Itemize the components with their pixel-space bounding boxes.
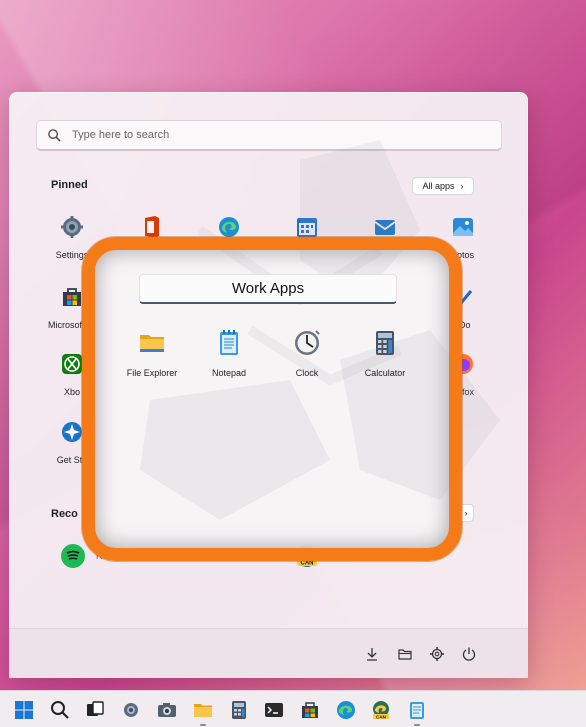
office-icon bbox=[145, 216, 159, 238]
store-icon bbox=[63, 288, 81, 306]
folder-name-input[interactable] bbox=[139, 274, 397, 304]
spotify-icon bbox=[61, 544, 85, 568]
settings-icon[interactable] bbox=[121, 700, 141, 720]
start-footer bbox=[9, 628, 528, 678]
pinned-title: Pinned bbox=[51, 179, 88, 191]
windows-start-icon[interactable] bbox=[14, 700, 34, 720]
folder-app-file-explorer[interactable]: File Explorer bbox=[114, 329, 190, 378]
photos-icon bbox=[453, 218, 473, 236]
folder-app-calculator[interactable]: Calculator bbox=[347, 329, 423, 378]
calendar-icon bbox=[297, 218, 317, 237]
svg-text:CAN: CAN bbox=[376, 714, 386, 719]
gear-icon bbox=[61, 216, 83, 238]
svg-text:CAN: CAN bbox=[301, 561, 314, 567]
search-box[interactable] bbox=[36, 120, 502, 151]
mail-icon bbox=[374, 220, 396, 235]
downloads-icon[interactable] bbox=[364, 646, 380, 662]
chevron-right-icon: › bbox=[464, 508, 468, 518]
running-indicator bbox=[414, 724, 420, 726]
pinned-app-label: Do bbox=[459, 320, 471, 330]
search-input[interactable] bbox=[72, 129, 452, 141]
task-view-icon[interactable] bbox=[85, 700, 105, 720]
folder-app-label: Calculator bbox=[364, 368, 406, 378]
folder-app-notepad[interactable]: Notepad bbox=[191, 329, 267, 378]
calculator-icon[interactable] bbox=[229, 700, 249, 720]
store-icon[interactable] bbox=[300, 700, 320, 720]
power-icon[interactable] bbox=[461, 646, 477, 662]
xbox-icon bbox=[62, 354, 82, 374]
running-indicator bbox=[200, 724, 206, 726]
recommended-title: Reco bbox=[51, 508, 78, 520]
camera-icon[interactable] bbox=[157, 700, 177, 720]
folder-app-label: Notepad bbox=[211, 368, 247, 378]
all-apps-button[interactable]: All apps › bbox=[412, 177, 474, 195]
get-started-icon bbox=[62, 422, 82, 442]
clock-icon bbox=[295, 330, 320, 355]
pinned-app-label: otos bbox=[457, 250, 475, 260]
file-explorer-icon[interactable] bbox=[193, 700, 213, 720]
search-icon[interactable] bbox=[50, 700, 70, 720]
all-apps-label: All apps bbox=[422, 181, 455, 191]
folder-app-clock[interactable]: Clock bbox=[269, 329, 345, 378]
folder-icon bbox=[140, 335, 164, 352]
notepad-icon bbox=[220, 330, 238, 355]
folder-app-label: Clock bbox=[295, 368, 319, 378]
file-explorer-icon[interactable] bbox=[397, 646, 413, 662]
edge-icon bbox=[219, 217, 239, 237]
taskbar: CAN bbox=[0, 690, 586, 727]
folder-app-label: File Explorer bbox=[126, 368, 178, 378]
settings-icon[interactable] bbox=[429, 646, 445, 662]
calculator-icon bbox=[376, 331, 394, 355]
search-icon bbox=[48, 128, 61, 142]
terminal-icon[interactable] bbox=[264, 700, 284, 720]
edge-icon[interactable] bbox=[336, 700, 356, 720]
notepad-icon[interactable] bbox=[407, 700, 427, 720]
chevron-right-icon: › bbox=[460, 181, 464, 191]
edge-canary-icon[interactable]: CAN bbox=[371, 700, 391, 720]
